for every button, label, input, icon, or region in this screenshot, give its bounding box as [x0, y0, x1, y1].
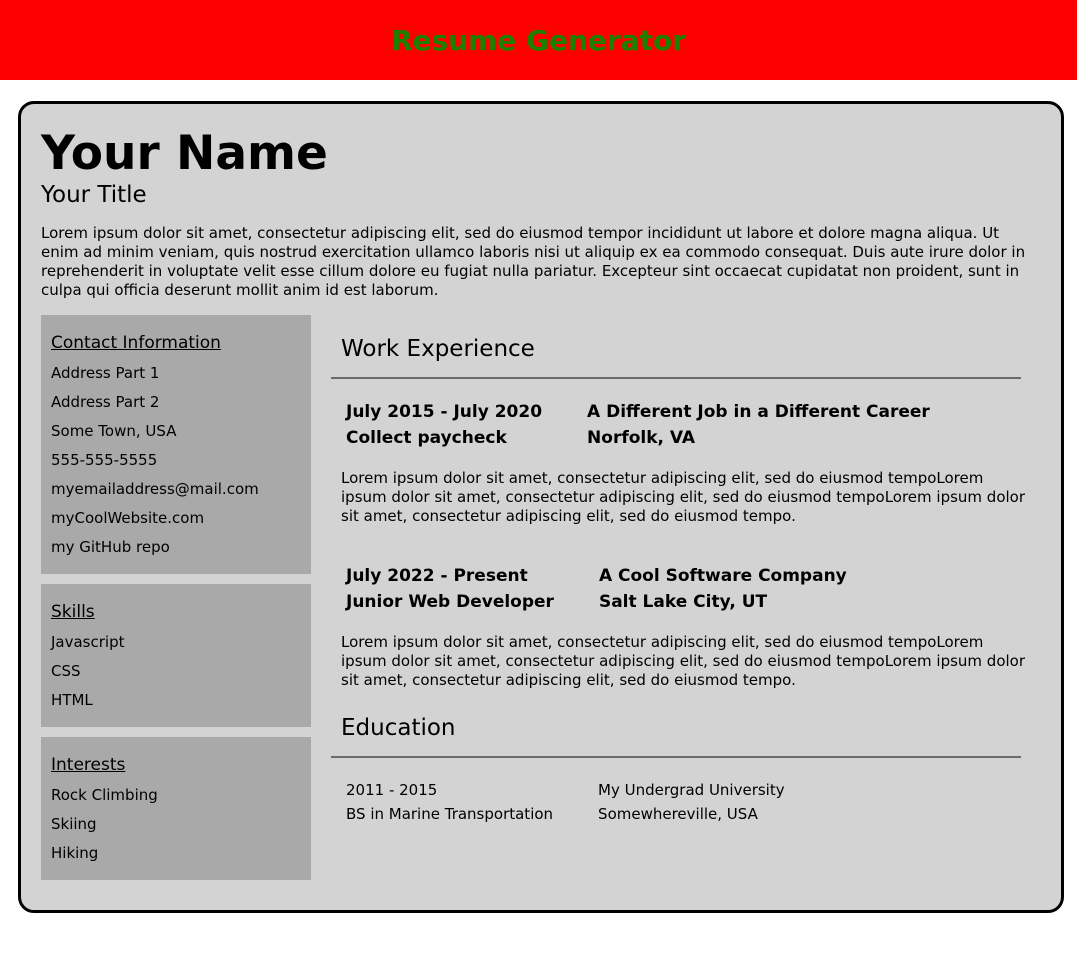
job-dates: July 2015 - July 2020	[346, 402, 543, 422]
interest-item: Hiking	[51, 844, 99, 862]
interest-item: Skiing	[51, 815, 97, 833]
job-role: Junior Web Developer	[346, 592, 554, 612]
interests-list: Rock Climbing Skiing Hiking	[51, 781, 301, 868]
contact-address-1: Address Part 1	[51, 364, 160, 382]
education-degree: BS in Marine Transportation	[346, 805, 554, 823]
education-location: Somewhereville, USA	[598, 805, 758, 823]
job-description: Lorem ipsum dolor sit amet, consectetur …	[341, 469, 1026, 525]
interests-heading: Interests	[51, 755, 126, 775]
app-header: Resume Generator	[0, 0, 1077, 80]
skill-item: Javascript	[51, 633, 125, 651]
education-entry: 2011 - 2015 My Undergrad University BS i…	[346, 780, 785, 824]
resume-card: Your Name Your Title Lorem ipsum dolor s…	[18, 101, 1064, 913]
education-dates: 2011 - 2015	[346, 781, 438, 799]
contact-city: Some Town, USA	[51, 422, 177, 440]
education-heading: Education	[341, 715, 456, 741]
skills-list: Javascript CSS HTML	[51, 628, 301, 715]
contact-panel: Contact Information Address Part 1 Addre…	[41, 315, 311, 574]
job-company: A Different Job in a Different Career	[587, 402, 930, 422]
job-location: Salt Lake City, UT	[598, 592, 768, 612]
job-company: A Cool Software Company	[598, 566, 847, 586]
job-location: Norfolk, VA	[587, 428, 696, 448]
education-school: My Undergrad University	[598, 781, 785, 799]
job-description: Lorem ipsum dolor sit amet, consectetur …	[341, 633, 1026, 689]
contact-heading: Contact Information	[51, 333, 221, 353]
contact-email: myemailaddress@mail.com	[51, 480, 259, 498]
contact-address-2: Address Part 2	[51, 393, 160, 411]
job-entry: July 2022 - Present A Cool Software Comp…	[346, 565, 847, 613]
skill-item: CSS	[51, 662, 81, 680]
job-dates: July 2022 - Present	[346, 566, 528, 586]
skills-heading: Skills	[51, 602, 95, 622]
contact-phone: 555-555-5555	[51, 451, 158, 469]
contact-list: Address Part 1 Address Part 2 Some Town,…	[51, 359, 301, 562]
resume-title: Your Title	[41, 182, 147, 208]
job-entry: July 2015 - July 2020 A Different Job in…	[346, 401, 930, 449]
work-experience-heading: Work Experience	[341, 336, 535, 362]
skills-panel: Skills Javascript CSS HTML	[41, 584, 311, 727]
education-divider	[331, 756, 1021, 758]
job-role: Collect paycheck	[346, 428, 507, 448]
skill-item: HTML	[51, 691, 93, 709]
resume-name: Your Name	[41, 126, 328, 181]
contact-github: my GitHub repo	[51, 538, 170, 556]
work-divider	[331, 377, 1021, 379]
interest-item: Rock Climbing	[51, 786, 158, 804]
interests-panel: Interests Rock Climbing Skiing Hiking	[41, 737, 311, 880]
app-title: Resume Generator	[390, 23, 687, 57]
contact-website: myCoolWebsite.com	[51, 509, 205, 527]
resume-summary: Lorem ipsum dolor sit amet, consectetur …	[41, 224, 1026, 299]
